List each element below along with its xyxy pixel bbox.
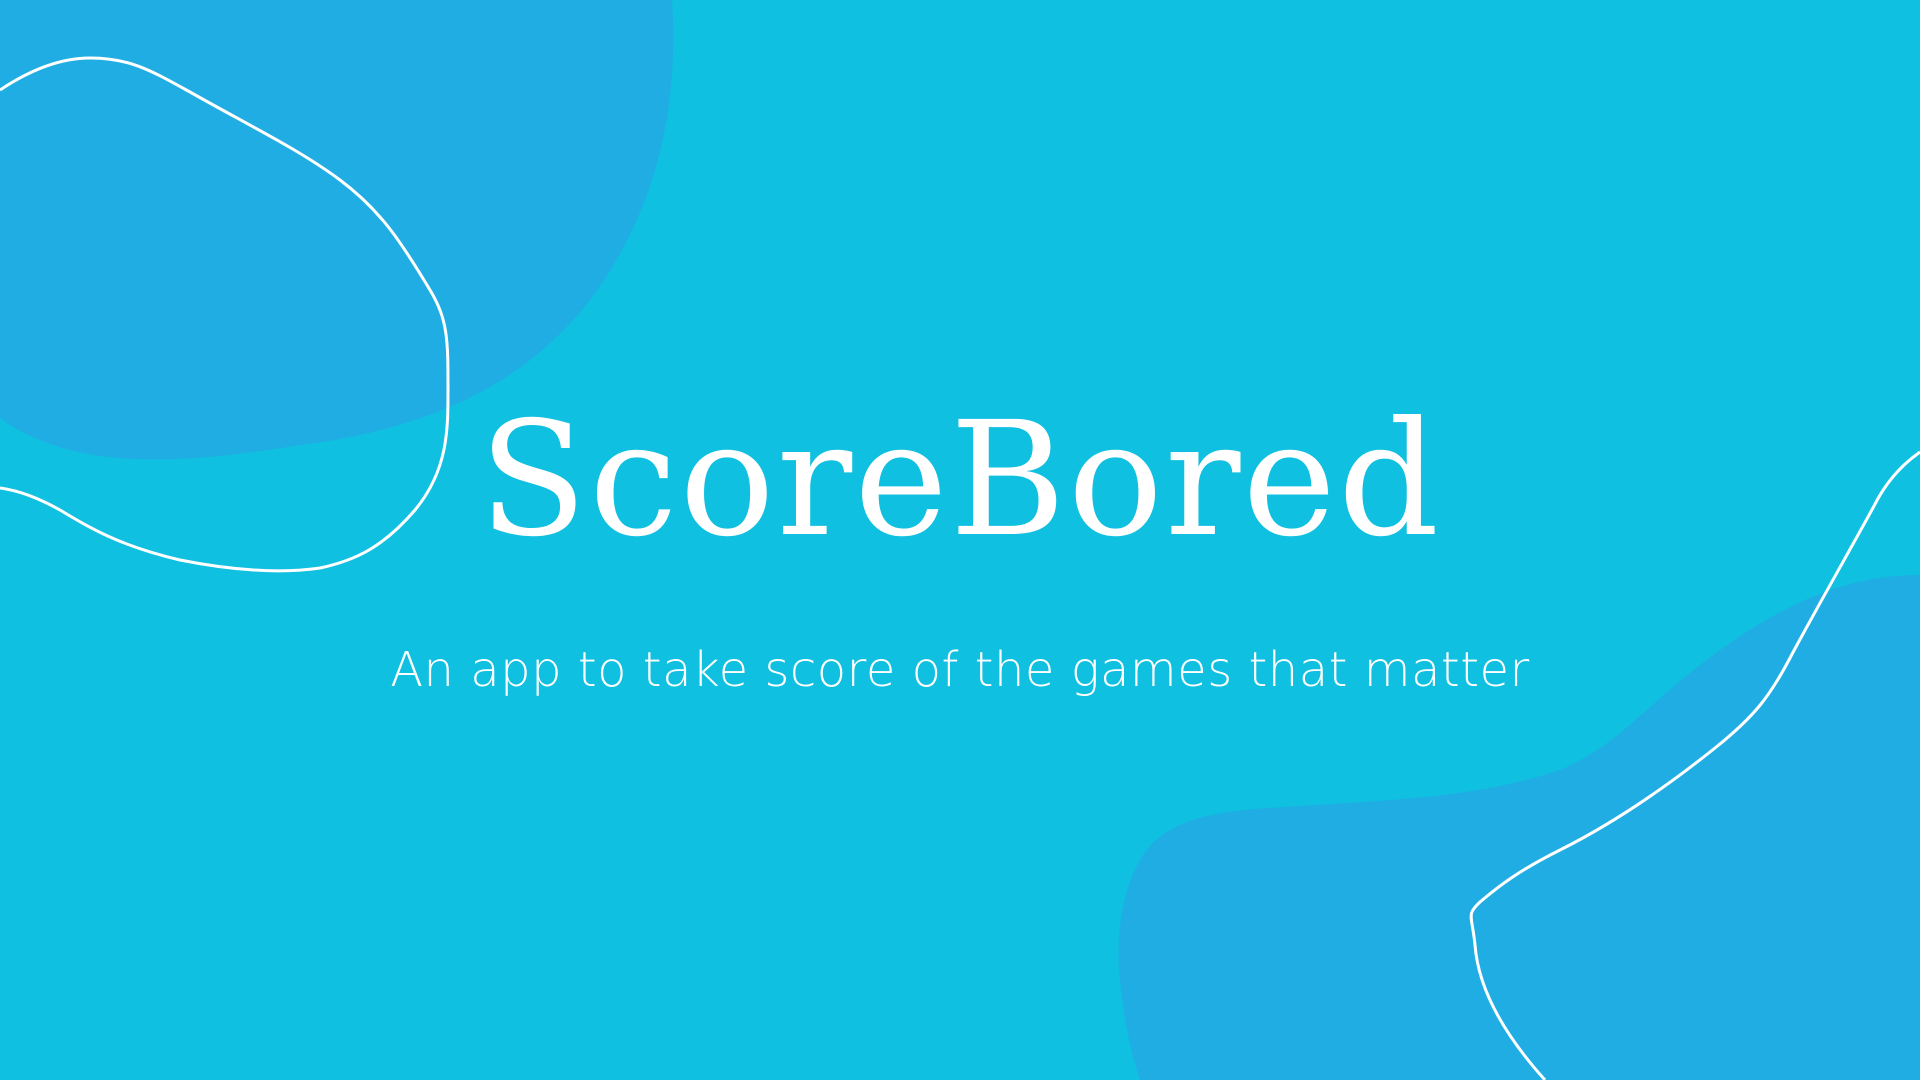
app-tagline: An app to take score of the games that m…	[390, 642, 1530, 698]
app-title: ScoreBored	[478, 388, 1442, 572]
